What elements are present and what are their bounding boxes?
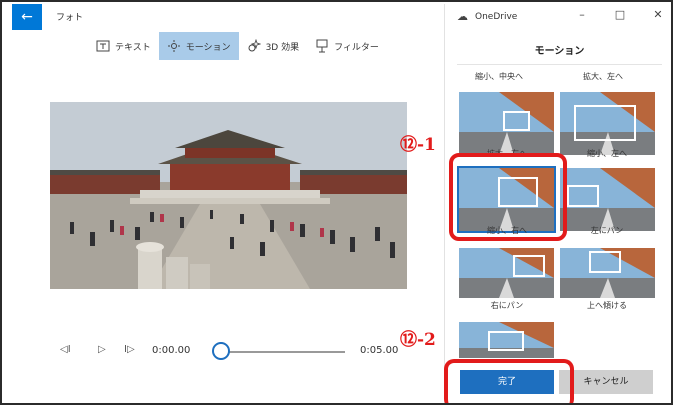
text-icon [96, 40, 110, 52]
motion-option-partial[interactable] [459, 322, 554, 358]
tool-motion[interactable]: モーション [158, 32, 239, 60]
3d-effects-icon [248, 39, 261, 52]
filter-icon [316, 39, 328, 53]
tool-motion-label: モーション [185, 42, 231, 53]
annotation-box-2 [444, 359, 574, 403]
motion-caption-top-right: 拡大、左へ [583, 72, 623, 81]
tool-3d-effects[interactable]: 3D 効果 [239, 32, 308, 60]
annotation-label-2: ⑫-2 [400, 330, 436, 350]
previous-frame-icon[interactable]: ◁Ⅰ [60, 344, 71, 355]
panel-titlebar: ☁ OneDrive – □ ✕ [445, 4, 671, 32]
motion-option-zoom-out-left[interactable] [560, 92, 655, 155]
motion-caption: 縮小、左へ [587, 149, 627, 158]
annotation-label-1: ⑫-1 [400, 135, 436, 155]
playback-controls: ◁Ⅰ ▷ Ⅰ▷ 0:00.00 0:05.00 [60, 342, 410, 362]
motion-caption: 左にパン [590, 226, 624, 235]
tool-text-label: テキスト [115, 42, 151, 53]
motion-caption: 上へ傾ける [587, 301, 627, 310]
panel-title: モーション [534, 46, 585, 57]
motion-icon [167, 40, 180, 52]
motion-caption-top-left: 縮小、中央へ [475, 72, 523, 81]
preview-photo [50, 102, 407, 289]
tool-filter[interactable]: フィルター [307, 32, 387, 60]
annotation-box-1 [449, 153, 567, 241]
end-time: 0:05.00 [360, 345, 399, 356]
motion-caption: 右にパン [490, 301, 524, 310]
tool-text[interactable]: テキスト [88, 32, 159, 60]
app-window: ← フォト テキスト モーション 3D 効果 フィルター ◁Ⅰ ▷ Ⅰ▷ 0:0… [0, 0, 673, 405]
back-button[interactable]: ← [12, 4, 42, 30]
tool-filter-label: フィルター [334, 42, 379, 53]
timeline-slider-thumb[interactable] [212, 342, 230, 360]
back-arrow-icon: ← [21, 9, 33, 25]
onedrive-label[interactable]: OneDrive [475, 12, 517, 22]
divider [457, 64, 662, 65]
current-time: 0:00.00 [152, 345, 191, 356]
editor-toolbar: テキスト モーション 3D 効果 フィルター [88, 32, 387, 60]
timeline-slider[interactable] [225, 351, 345, 353]
onedrive-icon: ☁ [457, 10, 468, 23]
motion-option-pan-left[interactable] [560, 168, 655, 231]
maximize-icon[interactable]: □ [610, 8, 630, 21]
close-icon[interactable]: ✕ [648, 8, 668, 21]
video-preview [50, 102, 407, 289]
app-title: フォト [56, 13, 84, 23]
tool-3d-effects-label: 3D 効果 [265, 42, 300, 53]
next-frame-icon[interactable]: Ⅰ▷ [124, 344, 135, 355]
minimize-icon[interactable]: – [572, 8, 592, 21]
play-icon[interactable]: ▷ [98, 344, 106, 355]
motion-option-zoom-in-right[interactable] [459, 92, 554, 155]
